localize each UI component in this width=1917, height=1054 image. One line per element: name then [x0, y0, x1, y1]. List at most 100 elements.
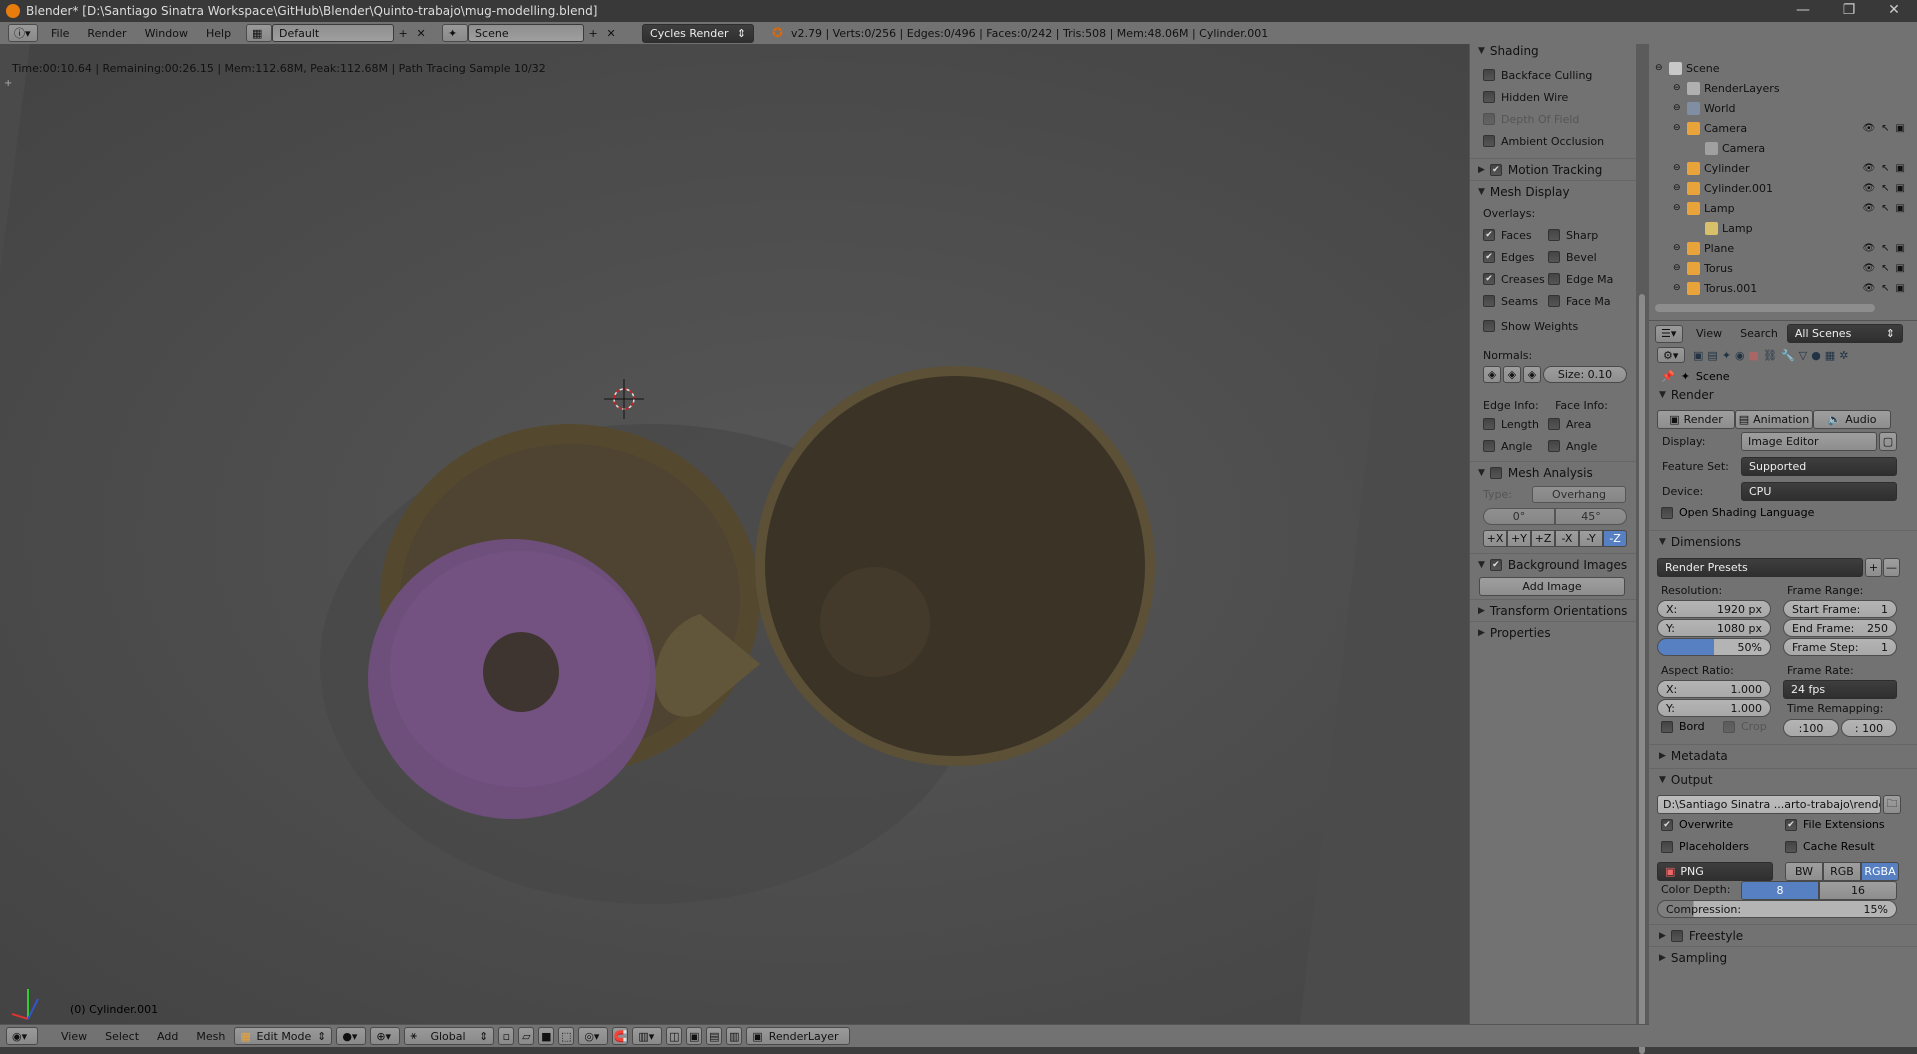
color-depth-16-button[interactable]: 16 [1819, 881, 1897, 900]
motion-tracking-panel-header[interactable]: ▶ ✔ Motion Tracking [1470, 158, 1636, 180]
mode-dropdown[interactable]: ▦ Edit Mode ⇕ [234, 1027, 333, 1045]
properties-editor-type-icon[interactable]: ⚙▾ [1657, 347, 1685, 363]
expand-toggle-icon[interactable]: ⊖ [1673, 123, 1687, 133]
outliner-search-menu[interactable]: Search [1731, 327, 1787, 340]
screen-layout-field[interactable]: Default [272, 24, 395, 42]
checkbox-icon[interactable]: ✔ [1483, 273, 1495, 285]
color-bw-button[interactable]: BW [1785, 862, 1823, 881]
menu-help[interactable]: Help [197, 27, 240, 40]
material-tab-icon[interactable]: ● [1811, 349, 1821, 362]
menu-select[interactable]: Select [96, 1030, 148, 1043]
file-extensions-toggle[interactable]: ✔ File Extensions [1785, 818, 1885, 831]
loop-normals-icon[interactable]: ◈ [1503, 365, 1521, 383]
sampling-panel-header[interactable]: ▶ Sampling [1649, 946, 1917, 968]
outliner-row[interactable]: ⊖ Cylinder.001 👁↖▣ [1649, 178, 1917, 198]
outliner-filter-dropdown[interactable]: All Scenes ⇕ [1786, 324, 1903, 343]
aspect-x-field[interactable]: X: 1.000 [1657, 680, 1771, 698]
shelf-scroll-thumb[interactable] [1639, 294, 1645, 1054]
modifiers-tab-icon[interactable]: 🔧 [1781, 349, 1795, 362]
osl-toggle[interactable]: Open Shading Language [1661, 506, 1814, 519]
axis-pz-button[interactable]: +Z [1531, 529, 1555, 547]
proportional-edit-icon[interactable]: ◎▾ [578, 1027, 609, 1045]
opengl-render-icon[interactable]: ▣ [686, 1027, 703, 1045]
cache-result-toggle[interactable]: Cache Result [1785, 840, 1875, 853]
analysis-type-dropdown[interactable]: Overhang [1532, 485, 1626, 503]
checkbox-icon[interactable] [1548, 295, 1560, 307]
edge-angle-toggle[interactable]: Angle [1470, 435, 1548, 457]
aspect-y-field[interactable]: Y: 1.000 [1657, 699, 1771, 717]
remap-new-field[interactable]: : 100 [1841, 719, 1897, 737]
face-angle-toggle[interactable]: Angle [1548, 435, 1636, 457]
checkbox-icon[interactable] [1785, 840, 1797, 853]
data-tab-icon[interactable]: ▽ [1799, 349, 1807, 362]
display-dropdown[interactable]: Image Editor [1741, 432, 1877, 451]
checkbox-icon[interactable] [1548, 440, 1560, 452]
outliner-row[interactable]: ⊖ World [1649, 98, 1917, 118]
outliner-row[interactable]: ⊖ Scene [1649, 58, 1917, 78]
region-divider[interactable] [1636, 44, 1649, 1054]
properties-panel-header[interactable]: ▶ Properties [1470, 621, 1636, 643]
visibility-toggles-icon[interactable]: 👁↖▣ [1862, 263, 1911, 274]
start-frame-field[interactable]: Start Frame: 1 [1783, 600, 1897, 618]
face-select-icon[interactable]: ■ [538, 1027, 555, 1045]
menu-window[interactable]: Window [136, 27, 197, 40]
snap-element-icon[interactable]: ▥▾ [632, 1027, 663, 1045]
checkbox-icon[interactable] [1483, 320, 1495, 332]
checkbox-icon[interactable] [1483, 418, 1495, 430]
checkbox-icon[interactable]: ✔ [1483, 251, 1495, 263]
expand-toggle-icon[interactable]: ⊖ [1673, 183, 1687, 193]
angle-max-field[interactable]: 45° [1555, 507, 1627, 525]
angle-min-field[interactable]: 0° [1483, 507, 1555, 525]
outliner-row[interactable]: ⊖ Camera 👁↖▣ [1649, 118, 1917, 138]
world-tab-icon[interactable]: ◉ [1735, 349, 1745, 362]
checkbox-icon[interactable] [1483, 69, 1495, 81]
screen-layout-icon[interactable]: ▦ [246, 24, 273, 42]
checkbox-icon[interactable] [1483, 135, 1495, 147]
maximize-button[interactable]: ❐ [1826, 0, 1872, 22]
checkbox-icon[interactable] [1483, 295, 1495, 307]
vertex-select-icon[interactable]: ▫ [498, 1027, 515, 1045]
checkbox-icon[interactable] [1548, 418, 1560, 430]
color-rgb-button[interactable]: RGB [1823, 862, 1861, 881]
folder-browse-icon[interactable]: 🗀 [1883, 795, 1901, 814]
visibility-toggles-icon[interactable]: 👁↖▣ [1862, 183, 1911, 194]
editor-type-info-icon[interactable]: ⓘ▾ [8, 24, 38, 42]
toolshelf-toggle-icon[interactable]: + [4, 78, 12, 89]
expand-toggle-icon[interactable]: ⊖ [1673, 83, 1687, 93]
checkbox-icon[interactable]: ✔ [1785, 818, 1797, 831]
checkbox-icon[interactable]: ✔ [1489, 163, 1502, 176]
backface-culling-toggle[interactable]: Backface Culling [1470, 64, 1636, 86]
outliner-view-menu[interactable]: View [1687, 327, 1731, 340]
placeholders-toggle[interactable]: Placeholders [1661, 840, 1749, 853]
checkbox-icon[interactable] [1661, 840, 1673, 853]
outliner-row[interactable]: ⊖ Lamp 👁↖▣ [1649, 198, 1917, 218]
file-format-dropdown[interactable]: ▣ PNG [1657, 862, 1773, 881]
outliner-editor-type-icon[interactable]: ☰▾ [1655, 324, 1683, 343]
layers-icon[interactable]: ▥ [726, 1027, 743, 1045]
color-rgba-button[interactable]: RGBA [1861, 862, 1899, 881]
shading-panel-header[interactable]: ▼ Shading [1470, 44, 1636, 58]
axis-py-button[interactable]: +Y [1507, 529, 1531, 547]
checkbox-icon[interactable]: ✔ [1483, 229, 1495, 241]
color-depth-8-button[interactable]: 8 [1741, 881, 1819, 900]
overlay-sharp-toggle[interactable]: Sharp [1548, 224, 1636, 246]
checkbox-icon[interactable] [1661, 720, 1673, 733]
overlay-seams-toggle[interactable]: Seams [1470, 290, 1548, 312]
visibility-toggles-icon[interactable]: 👁↖▣ [1862, 163, 1911, 174]
output-path-field[interactable]: D:\Santiago Sinatra ...arto-trabajo\rend… [1657, 795, 1881, 814]
checkbox-icon[interactable] [1483, 440, 1495, 452]
checkbox-icon[interactable] [1483, 113, 1495, 125]
menu-view[interactable]: View [52, 1030, 96, 1043]
mesh-display-panel-header[interactable]: ▼ Mesh Display [1470, 180, 1636, 202]
checkbox-icon[interactable] [1661, 506, 1673, 519]
overlay-edges-toggle[interactable]: ✔ Edges [1470, 246, 1548, 268]
frame-rate-dropdown[interactable]: 24 fps [1783, 680, 1897, 699]
visibility-toggles-icon[interactable]: 👁↖▣ [1862, 243, 1911, 254]
scene-tab-icon[interactable]: ✦ [1722, 349, 1731, 362]
visibility-toggles-icon[interactable]: 👁↖▣ [1862, 203, 1911, 214]
transform-orientations-panel-header[interactable]: ▶ Transform Orientations [1470, 599, 1636, 621]
opengl-anim-icon[interactable]: ▤ [706, 1027, 723, 1045]
freestyle-panel-header[interactable]: ▶ Freestyle [1649, 924, 1917, 946]
audio-button[interactable]: 🔈 Audio [1813, 410, 1891, 429]
depth-of-field-toggle[interactable]: Depth Of Field [1470, 108, 1636, 130]
